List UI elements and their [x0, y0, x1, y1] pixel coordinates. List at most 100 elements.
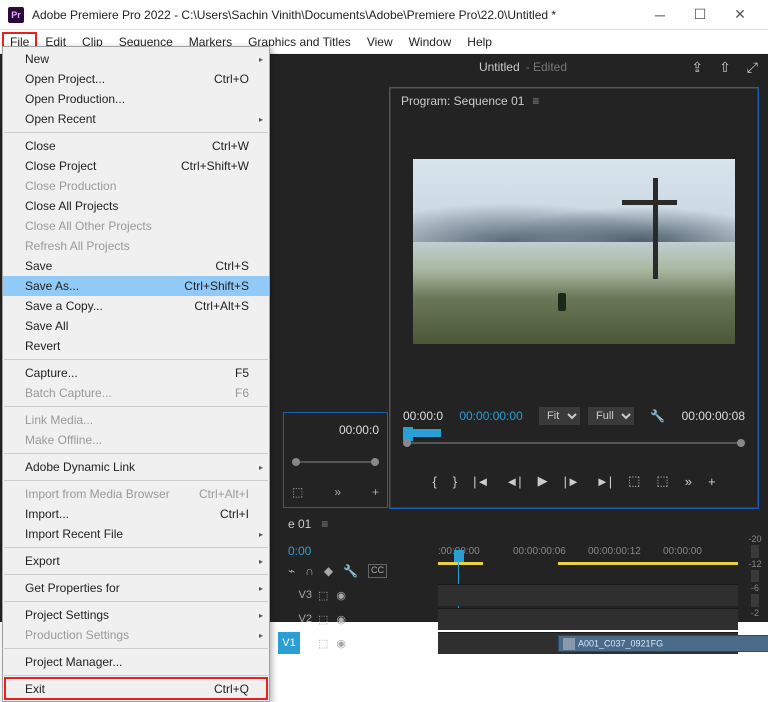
go-to-out-button[interactable]: ►|	[596, 474, 612, 489]
viewer-cross-horizontal	[622, 200, 677, 205]
menu-item-refresh-all-projects: Refresh All Projects	[3, 236, 269, 256]
minimize-button[interactable]: ─	[640, 1, 680, 29]
viewer-person	[558, 293, 566, 311]
menu-item-open-recent[interactable]: Open Recent▸	[3, 109, 269, 129]
menu-item-project-manager[interactable]: Project Manager...	[3, 652, 269, 672]
go-to-in-button[interactable]: |◄	[473, 474, 489, 489]
panel-menu-icon[interactable]: ≡	[321, 517, 328, 531]
timeline-panel: e 01 ≡ 0:00 :00:00:00 00:00:00:06 00:00:…	[278, 514, 768, 622]
play-button[interactable]: ▶	[538, 473, 548, 489]
menu-item-close-all-other-projects: Close All Other Projects	[3, 216, 269, 236]
source-scrub-bar[interactable]	[292, 461, 379, 463]
step-forward-button[interactable]: |►	[564, 474, 580, 489]
menu-item-revert[interactable]: Revert	[3, 336, 269, 356]
menu-item-import[interactable]: Import...Ctrl+I	[3, 504, 269, 524]
program-viewer[interactable]	[413, 159, 735, 344]
track-v3[interactable]: V3 ⬚◉	[278, 584, 738, 606]
clip-label: A001_C037_0921FG	[578, 638, 663, 648]
insert-button[interactable]: ⬚	[292, 485, 303, 499]
menu-item-import-recent-file[interactable]: Import Recent File▸	[3, 524, 269, 544]
toggle-output-icon[interactable]: ⬚	[318, 589, 328, 602]
cc-icon[interactable]: CC	[368, 564, 387, 578]
menu-item-open-production[interactable]: Open Production...	[3, 89, 269, 109]
share-icon[interactable]: ⇧	[719, 59, 731, 76]
menu-item-open-project[interactable]: Open Project...Ctrl+O	[3, 69, 269, 89]
menu-item-production-settings: Production Settings▸	[3, 625, 269, 645]
clip-thumbnail	[563, 638, 575, 650]
menu-item-get-properties-for[interactable]: Get Properties for▸	[3, 578, 269, 598]
timeline-settings-icon[interactable]: 🔧	[343, 564, 358, 578]
menu-window[interactable]: Window	[401, 32, 460, 52]
program-panel-title[interactable]: Program: Sequence 01	[401, 94, 524, 108]
close-button[interactable]: ✕	[720, 1, 760, 29]
maximize-button[interactable]: ☐	[680, 1, 720, 29]
menu-item-save-all[interactable]: Save All	[3, 316, 269, 336]
menu-item-save[interactable]: SaveCtrl+S	[3, 256, 269, 276]
timeline-clip[interactable]: A001_C037_0921FG	[558, 635, 768, 652]
menu-item-adobe-dynamic-link[interactable]: Adobe Dynamic Link▸	[3, 457, 269, 477]
eye-icon[interactable]: ◉	[336, 637, 346, 650]
lift-button[interactable]: ⬚	[628, 473, 640, 489]
file-menu-dropdown: New▸Open Project...Ctrl+OOpen Production…	[2, 46, 270, 702]
marker-icon[interactable]: ◆	[324, 564, 333, 578]
mark-out-button[interactable]: }	[453, 474, 457, 489]
menu-help[interactable]: Help	[459, 32, 500, 52]
viewer-cross-vertical	[653, 178, 658, 280]
window-title: Adobe Premiere Pro 2022 - C:\Users\Sachi…	[32, 8, 640, 22]
mark-in-button[interactable]: {	[432, 474, 436, 489]
menu-item-close-all-projects[interactable]: Close All Projects	[3, 196, 269, 216]
timeline-timecode[interactable]: 0:00	[288, 544, 311, 558]
program-monitor-panel: Program: Sequence 01 ≡ 00:00:0 00:00:00:…	[390, 88, 758, 508]
source-timecode: 00:00:0	[284, 413, 387, 437]
toggle-output-icon[interactable]: ⬚	[318, 637, 328, 650]
menu-view[interactable]: View	[359, 32, 401, 52]
menu-item-save-a-copy[interactable]: Save a Copy...Ctrl+Alt+S	[3, 296, 269, 316]
menu-item-close-production: Close Production	[3, 176, 269, 196]
extract-button[interactable]: ⬚	[656, 473, 668, 489]
track-v2[interactable]: V2 ⬚◉	[278, 608, 738, 630]
fullscreen-icon[interactable]: ⤢	[747, 59, 758, 76]
workspace-tab-bar: Untitled - Edited ⇪ ⇧ ⤢	[278, 54, 768, 80]
snap-icon[interactable]: ⌁	[288, 564, 295, 578]
eye-icon[interactable]: ◉	[336, 613, 346, 626]
quick-export-icon[interactable]: ⇪	[691, 59, 703, 76]
title-bar: Pr Adobe Premiere Pro 2022 - C:\Users\Sa…	[0, 0, 768, 30]
menu-item-export[interactable]: Export▸	[3, 551, 269, 571]
menu-item-capture[interactable]: Capture...F5	[3, 363, 269, 383]
export-frame-button[interactable]: »	[685, 474, 692, 489]
menu-item-save-as[interactable]: Save As...Ctrl+Shift+S	[3, 276, 269, 296]
linked-selection-icon[interactable]: ∩	[305, 564, 314, 578]
menu-item-exit[interactable]: ExitCtrl+Q	[3, 679, 269, 699]
sequence-tab[interactable]: e 01	[288, 517, 311, 531]
timeline-playhead[interactable]	[454, 550, 464, 562]
menu-item-close-project[interactable]: Close ProjectCtrl+Shift+W	[3, 156, 269, 176]
program-scrub-bar[interactable]	[403, 435, 745, 451]
toggle-output-icon[interactable]: ⬚	[318, 613, 328, 626]
panel-menu-icon[interactable]: ≡	[532, 94, 539, 108]
timeline-ruler[interactable]: :00:00:00 00:00:00:06 00:00:00:12 00:00:…	[438, 546, 738, 562]
document-status: - Edited	[526, 60, 567, 74]
menu-item-link-media: Link Media...	[3, 410, 269, 430]
resolution-select[interactable]: Full	[588, 407, 634, 425]
overwrite-button[interactable]: »	[334, 485, 341, 499]
source-monitor-panel: 00:00:0 ⬚ » +	[283, 412, 388, 508]
viewer-landscape	[413, 187, 735, 243]
menu-item-project-settings[interactable]: Project Settings▸	[3, 605, 269, 625]
program-timecode[interactable]: 00:00:00:00	[459, 409, 522, 423]
settings-wrench-icon[interactable]: 🔧	[650, 409, 665, 423]
track-v1[interactable]: V1 ⬚◉ A001_C037_0921FG	[278, 632, 738, 654]
button-editor-plus[interactable]: +	[708, 474, 716, 489]
source-timecode-partial: 00:00:0	[403, 409, 443, 423]
eye-icon[interactable]: ◉	[336, 589, 346, 602]
timeline-vertical-scroll[interactable]: -20-12-6-2	[744, 534, 766, 618]
document-title[interactable]: Untitled	[479, 60, 520, 74]
menu-item-make-offline: Make Offline...	[3, 430, 269, 450]
add-button[interactable]: +	[372, 485, 379, 499]
step-back-button[interactable]: ◄|	[505, 474, 521, 489]
menu-item-new[interactable]: New▸	[3, 49, 269, 69]
menu-item-batch-capture: Batch Capture...F6	[3, 383, 269, 403]
menu-item-close[interactable]: CloseCtrl+W	[3, 136, 269, 156]
zoom-fit-select[interactable]: Fit	[539, 407, 580, 425]
menu-item-import-from-media-browser: Import from Media BrowserCtrl+Alt+I	[3, 484, 269, 504]
app-icon: Pr	[8, 7, 24, 23]
